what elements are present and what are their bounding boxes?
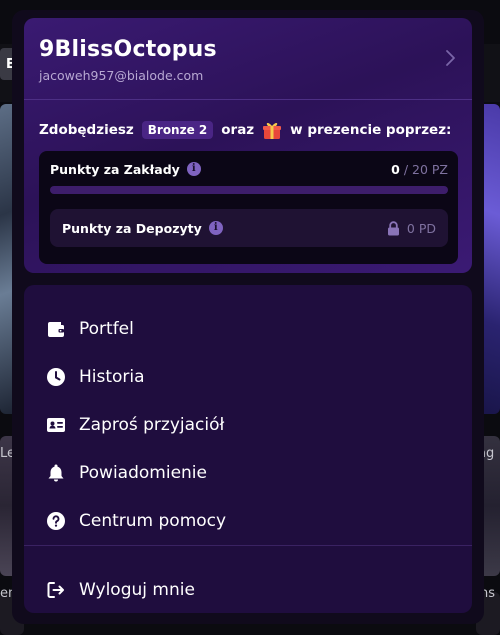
- menu-item-notifications[interactable]: Powiadomienie: [24, 451, 472, 495]
- bet-points-value: 0 / 20 PZ: [391, 162, 448, 177]
- wallet-icon: [46, 319, 66, 339]
- menu-item-invite[interactable]: Zaproś przyjaciół: [24, 403, 472, 447]
- info-icon[interactable]: i: [208, 221, 223, 235]
- menu-item-logout[interactable]: Wyloguj mnie: [24, 568, 472, 612]
- menu-item-label: Zaproś przyjaciół: [79, 415, 225, 435]
- promo-prefix: Zdobędziesz: [39, 122, 134, 138]
- lock-icon: [387, 220, 399, 235]
- account-menu: 9BlissOctopus jacoweh957@bialode.com Zdo…: [12, 10, 484, 624]
- promo-suffix: w prezencie poprzez:: [290, 122, 452, 138]
- menu-item-label: Powiadomienie: [79, 463, 207, 483]
- menu-item-label: Historia: [79, 367, 145, 387]
- profile-card: 9BlissOctopus jacoweh957@bialode.com Zdo…: [24, 18, 472, 273]
- bet-points-total: / 20 PZ: [403, 161, 448, 177]
- bet-points-progress-bar: [50, 186, 448, 194]
- menu-item-label: Wyloguj mnie: [79, 580, 195, 600]
- bell-icon: [46, 463, 66, 483]
- menu-list: Portfel Historia Zaproś przyjaciół Powia…: [24, 285, 472, 613]
- username: 9BlissOctopus: [39, 37, 217, 62]
- deposit-points-label: Punkty za Depozyty: [62, 220, 202, 236]
- deposit-points-value-group: 0 PD: [387, 221, 436, 236]
- deposit-points-value: 0 PD: [406, 220, 436, 236]
- info-icon[interactable]: i: [186, 162, 201, 176]
- bet-points-current: 0: [391, 161, 400, 177]
- level-badge: Bronze 2: [141, 121, 214, 139]
- id-card-icon: [46, 415, 66, 435]
- menu-item-history[interactable]: Historia: [24, 355, 472, 399]
- menu-item-help[interactable]: Centrum pomocy: [24, 499, 472, 543]
- chevron-right-icon[interactable]: [442, 48, 458, 68]
- points-panel: Punkty za Zakłady i 0 / 20 PZ Punkty za …: [39, 151, 458, 264]
- gift-icon: [263, 122, 282, 139]
- menu-item-wallet[interactable]: Portfel: [24, 307, 472, 351]
- question-circle-icon: [46, 511, 66, 531]
- menu-divider: [24, 545, 472, 546]
- menu-item-label: Centrum pomocy: [79, 511, 227, 531]
- profile-header[interactable]: 9BlissOctopus jacoweh957@bialode.com: [24, 18, 472, 100]
- reward-promo: Zdobędziesz Bronze 2 oraz w prezencie po…: [39, 119, 451, 141]
- promo-middle: oraz: [221, 122, 255, 138]
- bet-points-label: Punkty za Zakłady: [50, 161, 180, 177]
- deposit-points-row: Punkty za Depozyty i 0 PD: [50, 209, 448, 247]
- bet-points-row: Punkty za Zakłady i 0 / 20 PZ: [50, 159, 448, 179]
- user-email: jacoweh957@bialode.com: [39, 68, 204, 83]
- logout-icon: [46, 580, 66, 600]
- menu-item-label: Portfel: [79, 319, 134, 339]
- clock-icon: [46, 367, 66, 387]
